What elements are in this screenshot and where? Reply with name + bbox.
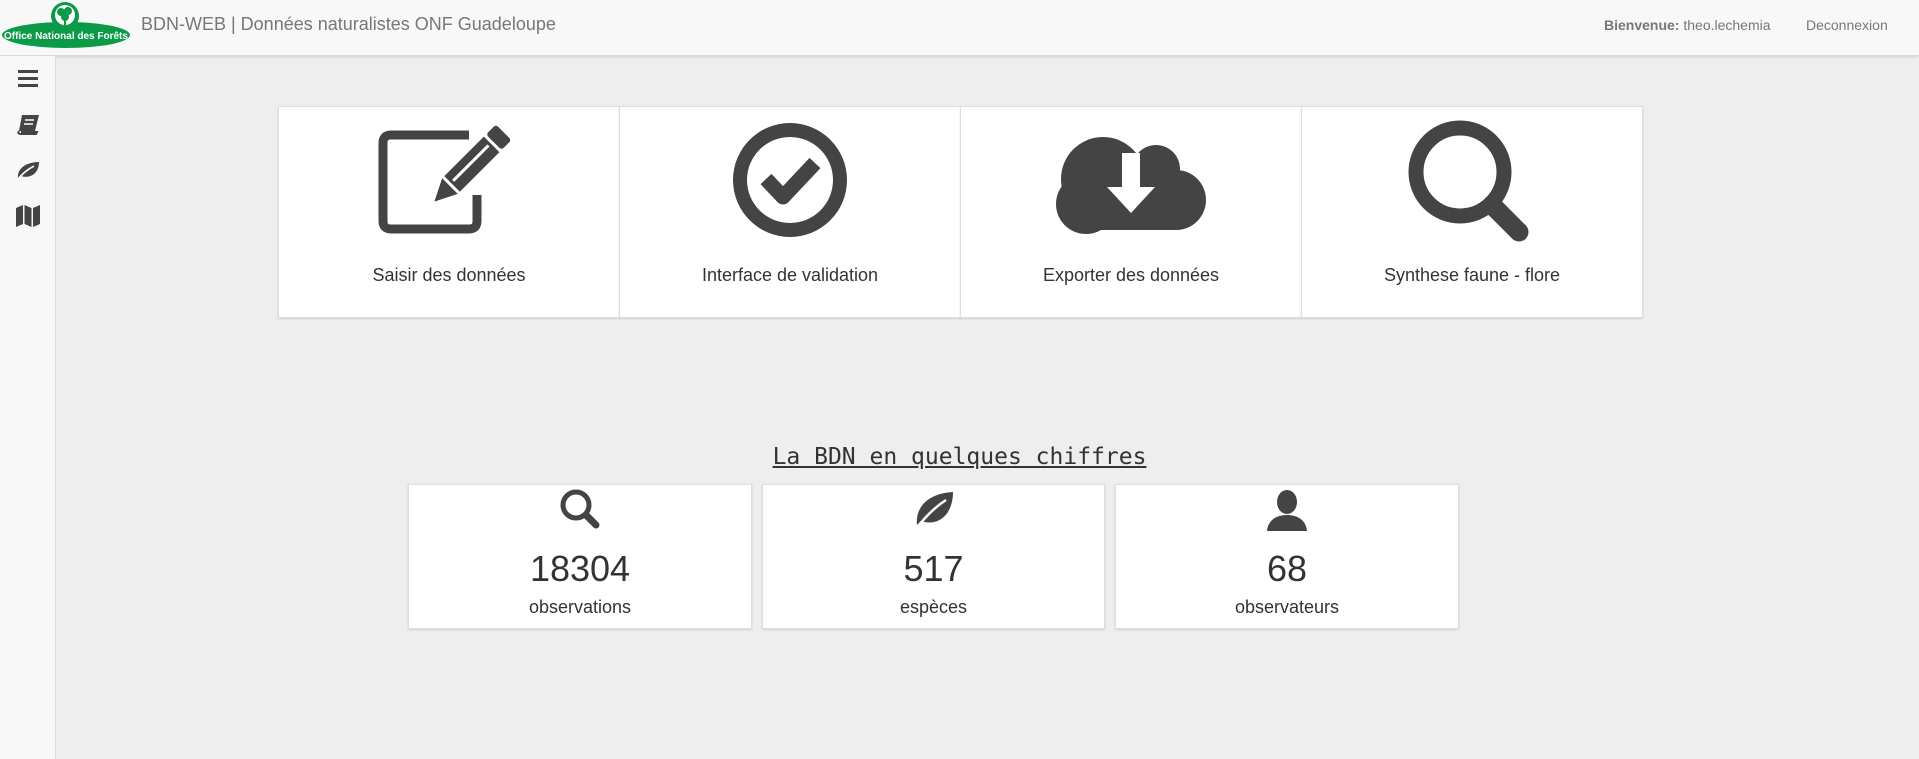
search-icon <box>560 489 600 529</box>
stat-observations: 18304 observations <box>408 484 752 629</box>
tile-export[interactable]: Exporter des données <box>960 106 1302 318</box>
stat-value: 68 <box>1266 548 1308 589</box>
top-navbar: Office National des Forêts BDN-WEB | Don… <box>0 0 1919 56</box>
sidebar-menu-toggle[interactable] <box>0 58 55 98</box>
map-icon <box>15 205 40 227</box>
tile-validation[interactable]: Interface de validation <box>619 106 961 318</box>
tile-export-label: Exporter des données <box>1042 265 1220 285</box>
edit-icon <box>378 125 511 234</box>
tile-data-entry-label: Saisir des données <box>372 265 526 285</box>
app-title: BDN-WEB | Données naturalistes ONF Guade… <box>141 14 556 34</box>
stat-caption: espèces <box>899 597 968 617</box>
search-icon <box>1408 120 1529 242</box>
welcome-label: Bienvenue: <box>1604 17 1680 33</box>
stats-title: La BDN en quelques chiffres <box>772 444 1147 470</box>
sidebar-item-species[interactable] <box>0 150 55 190</box>
stat-caption: observateurs <box>1234 597 1340 617</box>
book-icon <box>16 115 39 135</box>
stat-caption: observations <box>528 597 632 617</box>
sidebar-item-map[interactable] <box>0 196 55 236</box>
stat-species: 517 espèces <box>762 484 1105 629</box>
sidebar-item-book[interactable] <box>0 104 55 144</box>
sidebar <box>0 56 56 759</box>
check-circle-icon <box>733 123 847 237</box>
cloud-download-icon <box>1056 137 1206 234</box>
logout-link[interactable]: Deconnexion <box>1806 17 1888 33</box>
tile-validation-label: Interface de validation <box>701 265 879 285</box>
tile-synthesis[interactable]: Synthese faune - flore <box>1301 106 1643 318</box>
user-icon <box>1267 490 1307 531</box>
stat-value: 18304 <box>529 548 631 589</box>
stat-value: 517 <box>903 548 964 589</box>
leaf-icon <box>15 162 39 181</box>
svg-text:Office National des Forêts: Office National des Forêts <box>4 31 128 42</box>
leaf-icon <box>913 492 953 531</box>
menu-icon <box>17 70 38 87</box>
onf-logo[interactable]: Office National des Forêts <box>1 0 131 50</box>
username: theo.lechemia <box>1683 17 1771 33</box>
tile-synthesis-label: Synthese faune - flore <box>1383 265 1561 285</box>
stat-observers: 68 observateurs <box>1115 484 1459 629</box>
welcome-text: Bienvenue: theo.lechemia <box>1604 17 1771 33</box>
tile-data-entry[interactable]: Saisir des données <box>278 106 620 318</box>
